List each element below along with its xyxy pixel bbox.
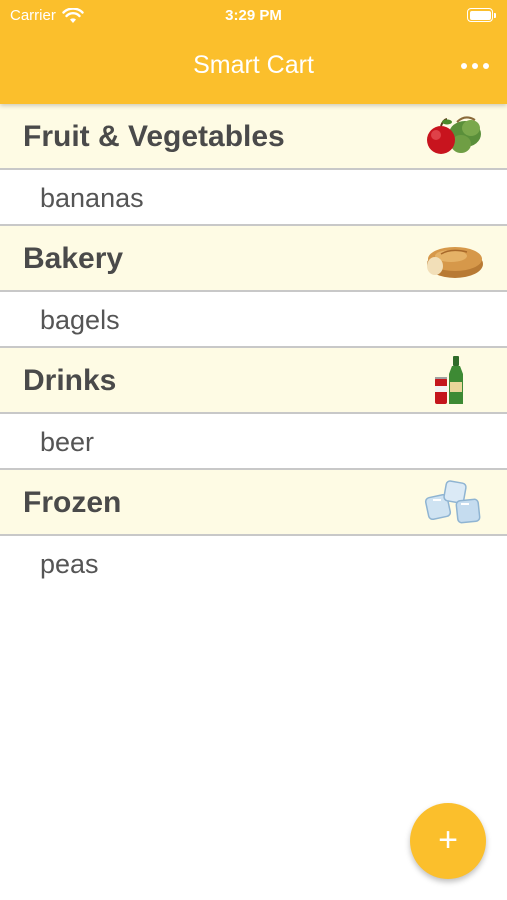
bottle-can-icon bbox=[435, 356, 463, 404]
section-header-fruit-vegetables[interactable]: Fruit & Vegetables bbox=[0, 104, 507, 170]
item-label: bagels bbox=[40, 305, 120, 335]
section-title: Bakery bbox=[23, 242, 124, 275]
list-item[interactable]: bagels bbox=[0, 292, 507, 348]
section-header-frozen[interactable]: Frozen bbox=[0, 470, 507, 536]
section-title: Drinks bbox=[23, 364, 117, 397]
plus-icon: + bbox=[438, 820, 458, 859]
item-label: peas bbox=[40, 549, 99, 579]
shopping-list: Fruit & Vegetables bananas Bakery bagels bbox=[0, 104, 507, 592]
bread-loaf-icon bbox=[427, 247, 483, 278]
list-item[interactable]: bananas bbox=[0, 170, 507, 226]
list-item[interactable]: beer bbox=[0, 414, 507, 470]
status-time: 3:29 PM bbox=[225, 7, 282, 24]
battery-icon bbox=[467, 8, 496, 22]
section-title: Fruit & Vegetables bbox=[23, 120, 285, 153]
section-header-bakery[interactable]: Bakery bbox=[0, 226, 507, 292]
apple-vegetables-icon bbox=[427, 116, 481, 154]
page-title: Smart Cart bbox=[193, 51, 314, 79]
add-item-button[interactable]: + bbox=[410, 803, 486, 879]
ellipsis-icon bbox=[461, 63, 467, 69]
list-item[interactable]: peas bbox=[0, 536, 507, 592]
item-label: beer bbox=[40, 427, 95, 457]
item-label: bananas bbox=[40, 183, 144, 213]
status-bar: Carrier 3:29 PM bbox=[0, 0, 507, 32]
section-title: Frozen bbox=[23, 486, 122, 519]
app-header: Carrier 3:29 PM Smart Cart bbox=[0, 0, 507, 104]
ice-cubes-icon bbox=[424, 480, 481, 524]
section-header-drinks[interactable]: Drinks bbox=[0, 348, 507, 414]
more-options-button[interactable] bbox=[461, 56, 489, 76]
